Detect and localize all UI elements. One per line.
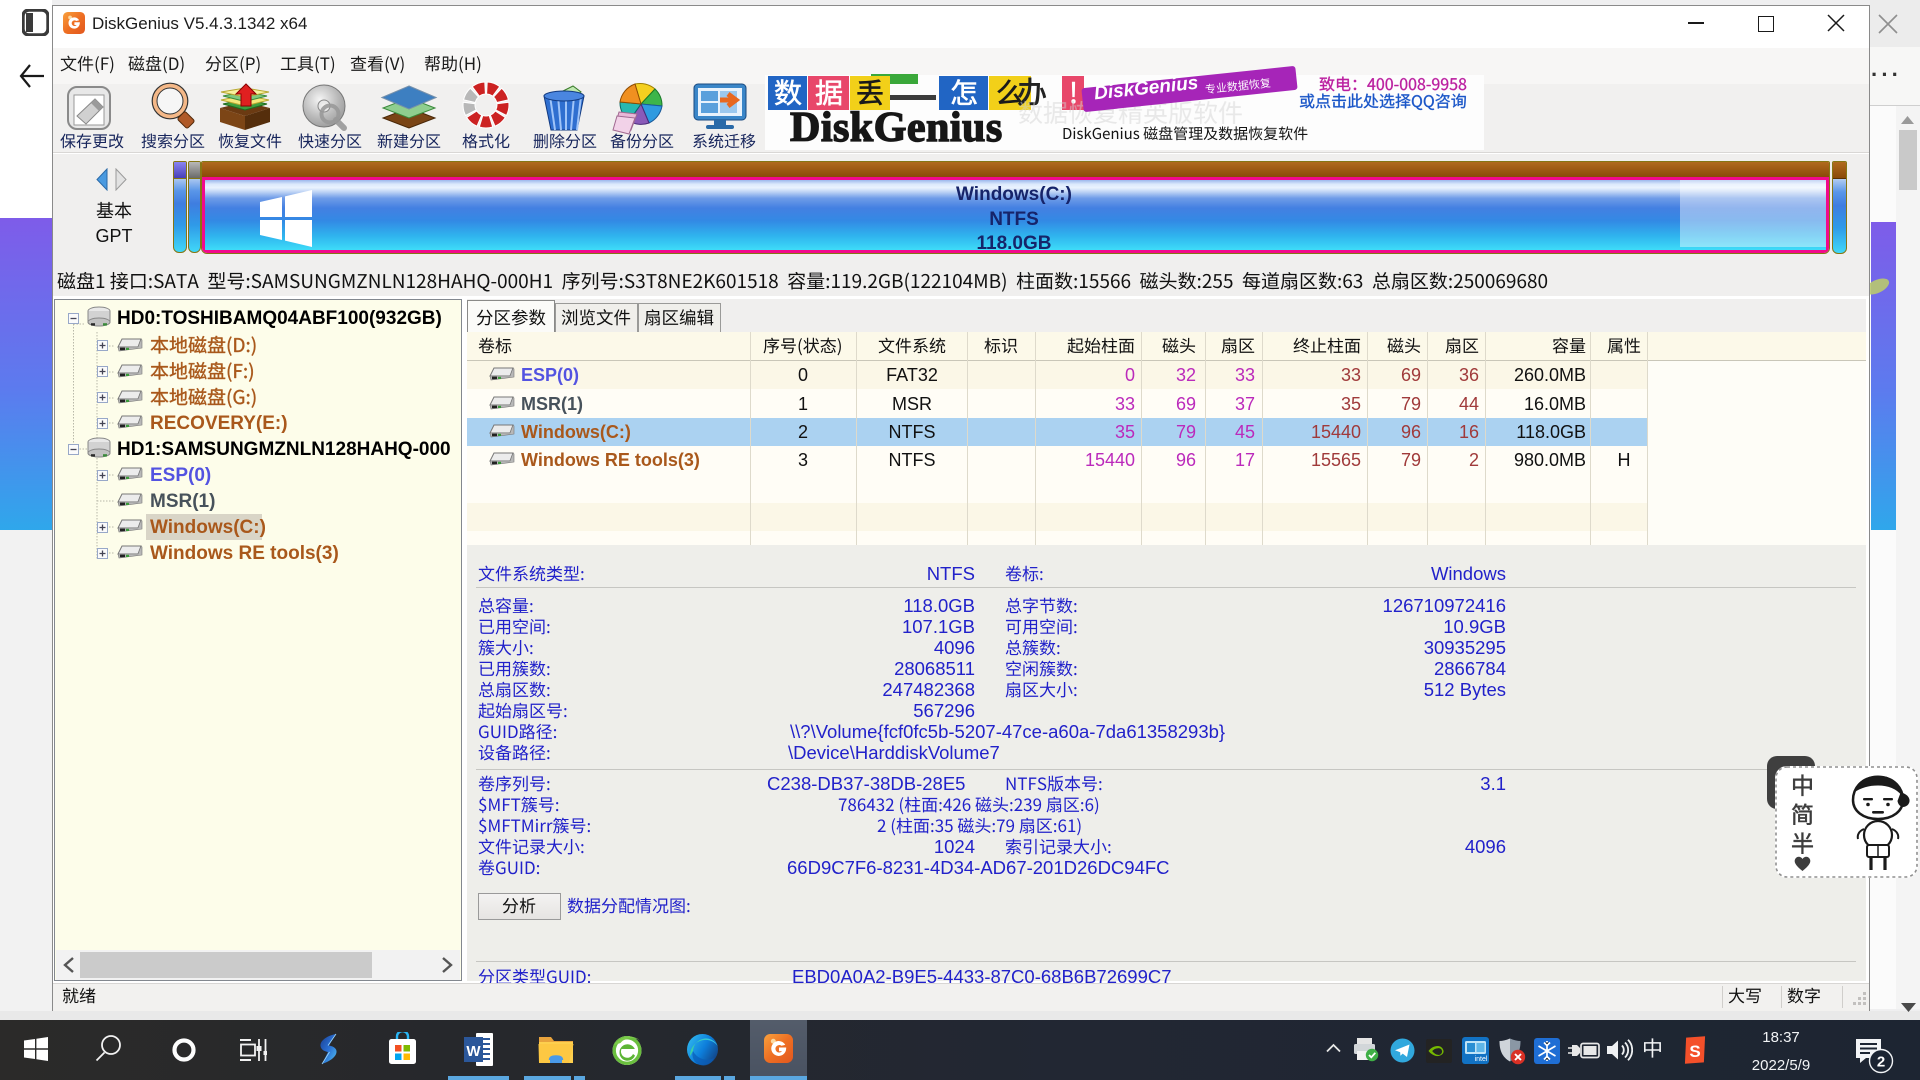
svg-text:2: 2 <box>1877 1054 1885 1071</box>
svg-text:S: S <box>1689 1042 1700 1061</box>
svg-text:W: W <box>466 1043 481 1060</box>
svg-text:intel: intel <box>1475 1056 1488 1063</box>
